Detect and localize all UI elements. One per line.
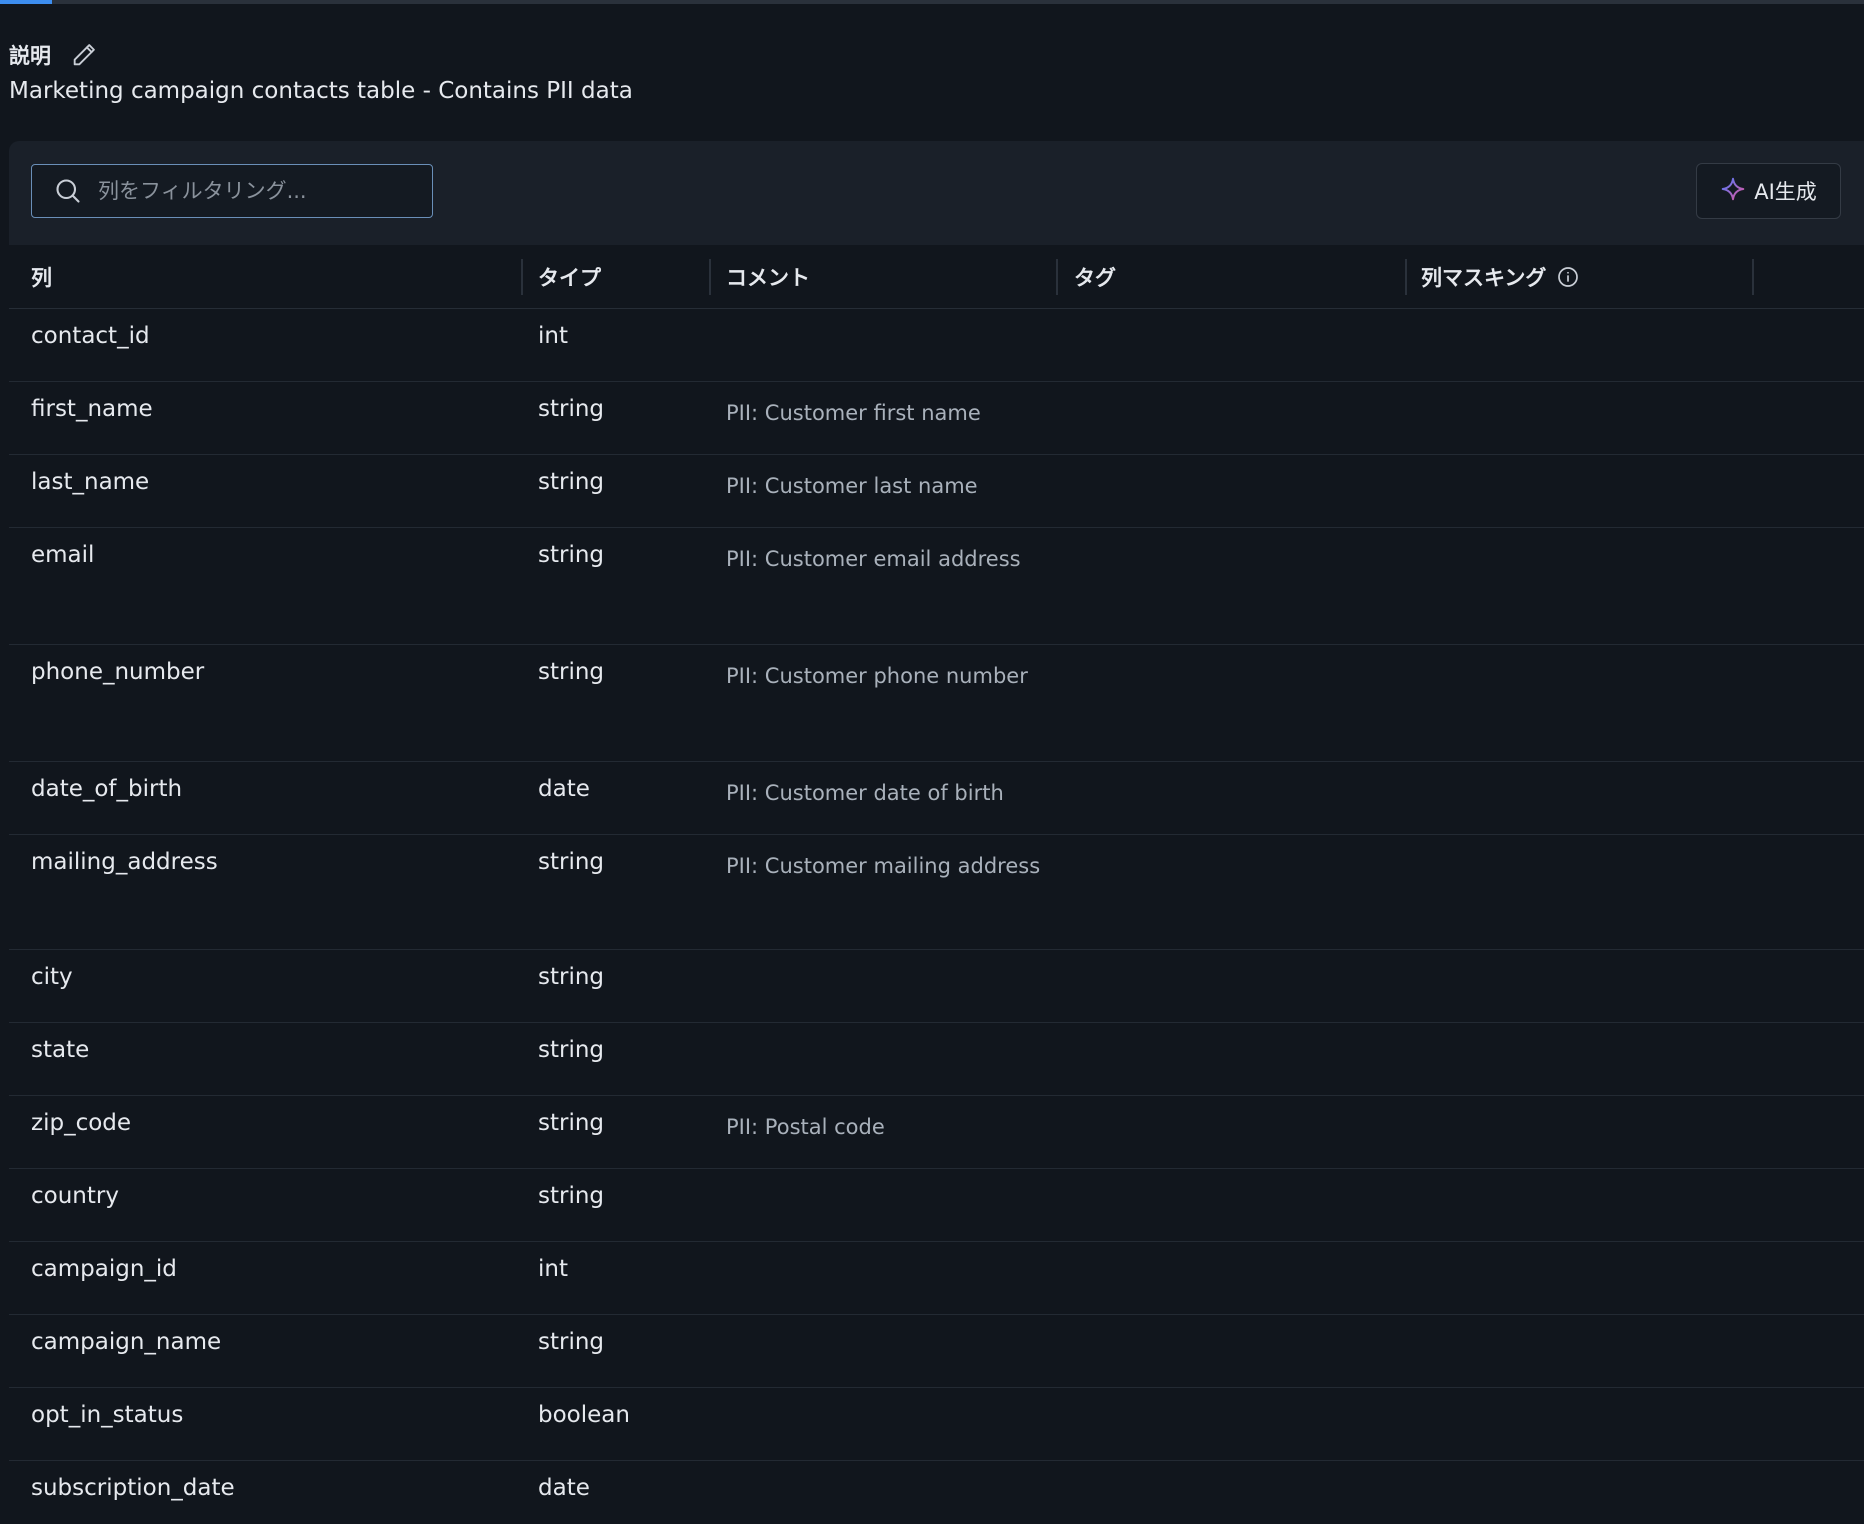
column-name: mailing_address xyxy=(31,849,218,875)
table-row[interactable]: last_name string PII: Customer last name xyxy=(9,455,1864,528)
column-name: first_name xyxy=(31,396,153,422)
column-type: string xyxy=(538,1110,605,1136)
column-type: string xyxy=(538,542,605,568)
column-name: last_name xyxy=(31,469,150,495)
description-label: 説明 xyxy=(9,44,51,68)
column-type: string xyxy=(538,964,605,990)
column-name: city xyxy=(31,964,73,990)
search-icon xyxy=(54,176,84,206)
active-tab-indicator xyxy=(0,0,52,4)
column-divider[interactable] xyxy=(1056,259,1058,295)
search-input[interactable] xyxy=(96,178,400,204)
table-row[interactable]: first_name string PII: Customer first na… xyxy=(9,382,1864,455)
table-row[interactable]: subscription_date date xyxy=(9,1461,1864,1524)
column-name: phone_number xyxy=(31,659,205,685)
table-row[interactable]: phone_number string PII: Customer phone … xyxy=(9,645,1864,762)
table-row[interactable]: campaign_name string xyxy=(9,1315,1864,1388)
column-type: string xyxy=(538,469,605,495)
column-name: campaign_id xyxy=(31,1256,177,1282)
columns-panel: AI生成 列 タイプ コメント タグ 列マスキング xyxy=(9,141,1864,1524)
info-icon[interactable] xyxy=(1556,265,1580,289)
column-divider[interactable] xyxy=(1752,259,1754,295)
column-comment[interactable]: PII: Customer mailing address xyxy=(726,854,1040,878)
column-filter-search[interactable] xyxy=(31,164,433,218)
table-row[interactable]: state string xyxy=(9,1023,1864,1096)
description-text: Marketing campaign contacts table - Cont… xyxy=(9,78,633,104)
table-row[interactable]: opt_in_status boolean xyxy=(9,1388,1864,1461)
header-column[interactable]: 列 xyxy=(31,245,52,309)
column-name: state xyxy=(31,1037,90,1063)
column-type: int xyxy=(538,323,568,349)
columns-toolbar: AI生成 xyxy=(9,141,1864,245)
header-type[interactable]: タイプ xyxy=(538,245,601,309)
column-type: string xyxy=(538,1037,605,1063)
table-row[interactable]: country string xyxy=(9,1169,1864,1242)
column-type: boolean xyxy=(538,1402,630,1428)
header-masking[interactable]: 列マスキング xyxy=(1421,245,1580,309)
sparkle-icon xyxy=(1720,176,1746,206)
pencil-icon[interactable] xyxy=(69,40,99,70)
column-type: string xyxy=(538,659,605,685)
ai-generate-button[interactable]: AI生成 xyxy=(1696,163,1841,219)
column-type: string xyxy=(538,1183,605,1209)
header-masking-label: 列マスキング xyxy=(1421,266,1547,290)
column-divider[interactable] xyxy=(709,259,711,295)
table-row[interactable]: mailing_address string PII: Customer mai… xyxy=(9,835,1864,950)
column-name: contact_id xyxy=(31,323,150,349)
table-row[interactable]: zip_code string PII: Postal code xyxy=(9,1096,1864,1169)
tab-underline xyxy=(0,0,1864,4)
table-row[interactable]: date_of_birth date PII: Customer date of… xyxy=(9,762,1864,835)
table-row[interactable]: contact_id int xyxy=(9,309,1864,382)
column-type: date xyxy=(538,776,590,802)
header-comment[interactable]: コメント xyxy=(726,245,810,309)
column-type: string xyxy=(538,1329,605,1355)
column-comment[interactable]: PII: Customer first name xyxy=(726,401,981,425)
column-name: email xyxy=(31,542,95,568)
table-header: 列 タイプ コメント タグ 列マスキング xyxy=(9,245,1864,309)
header-tags[interactable]: タグ xyxy=(1074,245,1116,309)
column-comment[interactable]: PII: Customer email address xyxy=(726,547,1021,571)
table-body: contact_id int first_name string PII: Cu… xyxy=(9,309,1864,1524)
description-header: 説明 xyxy=(9,38,99,72)
column-comment[interactable]: PII: Customer phone number xyxy=(726,664,1028,688)
column-type: string xyxy=(538,396,605,422)
column-type: string xyxy=(538,849,605,875)
table-details-page: 説明 Marketing campaign contacts table - C… xyxy=(0,0,1864,1524)
column-type: int xyxy=(538,1256,568,1282)
column-divider[interactable] xyxy=(521,259,523,295)
column-type: date xyxy=(538,1475,590,1501)
table-row[interactable]: email string PII: Customer email address xyxy=(9,528,1864,645)
column-name: campaign_name xyxy=(31,1329,222,1355)
column-name: opt_in_status xyxy=(31,1402,184,1428)
column-comment[interactable]: PII: Postal code xyxy=(726,1115,885,1139)
column-divider[interactable] xyxy=(1405,259,1407,295)
column-name: country xyxy=(31,1183,119,1209)
column-name: zip_code xyxy=(31,1110,132,1136)
ai-generate-label: AI生成 xyxy=(1754,180,1817,204)
column-name: date_of_birth xyxy=(31,776,183,802)
table-row[interactable]: campaign_id int xyxy=(9,1242,1864,1315)
column-name: subscription_date xyxy=(31,1475,235,1501)
column-comment[interactable]: PII: Customer date of birth xyxy=(726,781,1004,805)
table-row[interactable]: city string xyxy=(9,950,1864,1023)
column-comment[interactable]: PII: Customer last name xyxy=(726,474,978,498)
